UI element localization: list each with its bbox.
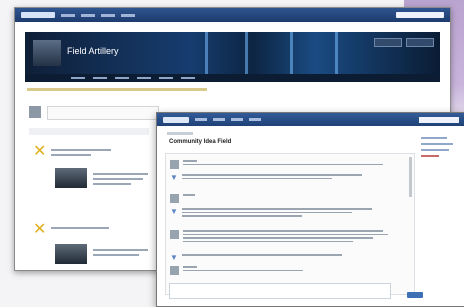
reply: [170, 160, 383, 169]
scrollbar[interactable]: [409, 157, 412, 197]
post-composer: [29, 106, 159, 120]
search-input[interactable]: [396, 12, 444, 18]
feed-item-text: [51, 146, 121, 156]
feed-item-text: [51, 224, 121, 229]
feed-item-text: [93, 246, 153, 256]
subnav-item[interactable]: [71, 77, 85, 79]
reply-arrow-icon: ▼: [170, 253, 178, 262]
topic-title: Community Idea Field: [169, 139, 232, 145]
subnav-item[interactable]: [137, 77, 151, 79]
banner-button[interactable]: [406, 38, 434, 47]
subnav-item[interactable]: [93, 77, 107, 79]
nav-item[interactable]: [213, 118, 225, 121]
reply: [170, 230, 388, 242]
nav-item[interactable]: [121, 13, 135, 17]
group-image: [33, 40, 61, 66]
front-window-titlebar: [157, 113, 464, 126]
nav-item[interactable]: [81, 13, 95, 17]
subnav-item[interactable]: [181, 77, 195, 79]
app-logo[interactable]: [163, 116, 189, 123]
search-input[interactable]: [419, 116, 459, 123]
post-input[interactable]: [47, 106, 159, 120]
user-avatar: [170, 194, 179, 203]
user-avatar: [170, 230, 179, 239]
nav-item[interactable]: [61, 13, 75, 17]
send-button[interactable]: [407, 292, 423, 298]
user-avatar: [170, 160, 179, 169]
nav-item[interactable]: [195, 118, 207, 121]
nav-item[interactable]: [101, 13, 115, 17]
discussion-thread: ▼ ▼ ▼: [165, 153, 415, 295]
subnav-item[interactable]: [115, 77, 129, 79]
nav-item[interactable]: [231, 118, 243, 121]
reply: [170, 194, 195, 203]
reply: ▼: [170, 254, 342, 262]
reply: ▼: [170, 174, 362, 182]
banner-button[interactable]: [374, 38, 402, 47]
user-avatar: [170, 266, 179, 275]
reply-arrow-icon: ▼: [170, 173, 178, 182]
group-banner: Field Artillery: [25, 32, 440, 74]
breadcrumb: [167, 132, 193, 135]
front-window: Community Idea Field ▼ ▼ ▼: [156, 112, 464, 307]
reply-arrow-icon: ▼: [170, 207, 178, 216]
feed-item: ✕: [33, 222, 46, 238]
feed-thumbnail[interactable]: [55, 244, 87, 264]
front-sidebar: [421, 137, 459, 161]
app-logo[interactable]: [21, 12, 55, 18]
banner-title: Field Artillery: [67, 46, 119, 56]
feed-separator: [29, 128, 149, 135]
reply: ▼: [170, 208, 372, 217]
feed-item: ✕: [33, 144, 46, 160]
back-window-titlebar: [15, 8, 450, 22]
reply-input[interactable]: [169, 283, 391, 299]
breadcrumb: [27, 88, 207, 91]
user-avatar: [29, 106, 41, 118]
feed-x-icon: ✕: [33, 143, 47, 160]
feed-x-icon: ✕: [33, 221, 47, 238]
nav-item[interactable]: [249, 118, 261, 121]
feed-item-text: [93, 170, 153, 185]
subnav-item[interactable]: [159, 77, 173, 79]
reply: [170, 266, 303, 275]
group-subnav: [25, 74, 440, 82]
feed-thumbnail[interactable]: [55, 168, 87, 188]
